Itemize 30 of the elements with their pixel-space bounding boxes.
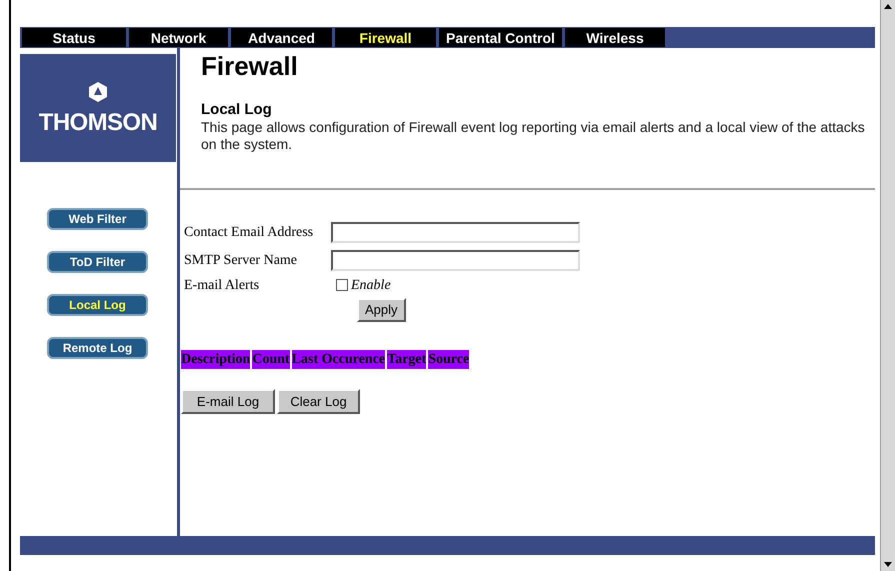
log-button[interactable]: Clear Log <box>277 389 360 414</box>
nav-tab[interactable]: Wireless <box>565 28 665 47</box>
apply-button[interactable]: Apply <box>357 298 406 322</box>
nav-tab[interactable]: Network <box>129 28 228 47</box>
page-title: Firewall <box>201 53 299 79</box>
nav-tab[interactable]: Parental Control <box>439 28 562 47</box>
logo-text: THOMSON <box>38 111 158 135</box>
column-header: Target <box>387 350 426 369</box>
sidebar-button[interactable]: Web Filter <box>47 208 148 230</box>
field-label: Contact Email Address <box>184 224 314 242</box>
column-header: Description <box>181 350 250 369</box>
nav-tab[interactable]: Advanced <box>231 28 332 47</box>
column-header: Source <box>428 350 470 369</box>
nav-tab[interactable]: Status <box>22 28 126 47</box>
nav-tab[interactable]: Firewall <box>335 28 436 47</box>
column-header: Count <box>252 350 290 369</box>
sidebar-button[interactable]: ToD Filter <box>47 251 148 273</box>
checkbox-label: Enable <box>351 276 391 294</box>
logo-icon <box>88 81 108 103</box>
checkbox[interactable] <box>336 279 348 291</box>
sidebar-button[interactable]: Remote Log <box>47 337 148 359</box>
field-label: E-mail Alerts <box>184 276 260 294</box>
scrollbar[interactable] <box>880 0 895 571</box>
section-title: Local Log <box>201 101 273 119</box>
field-label: SMTP Server Name <box>184 252 298 270</box>
log-button[interactable]: E-mail Log <box>181 389 275 414</box>
input-field[interactable] <box>331 222 580 242</box>
description: This page allows configuration of Firewall event log reporting via email alerts and a local view of the attacks on the system. <box>201 119 866 153</box>
sidebar-button[interactable]: Local Log <box>47 294 148 316</box>
input-field[interactable] <box>331 250 580 270</box>
